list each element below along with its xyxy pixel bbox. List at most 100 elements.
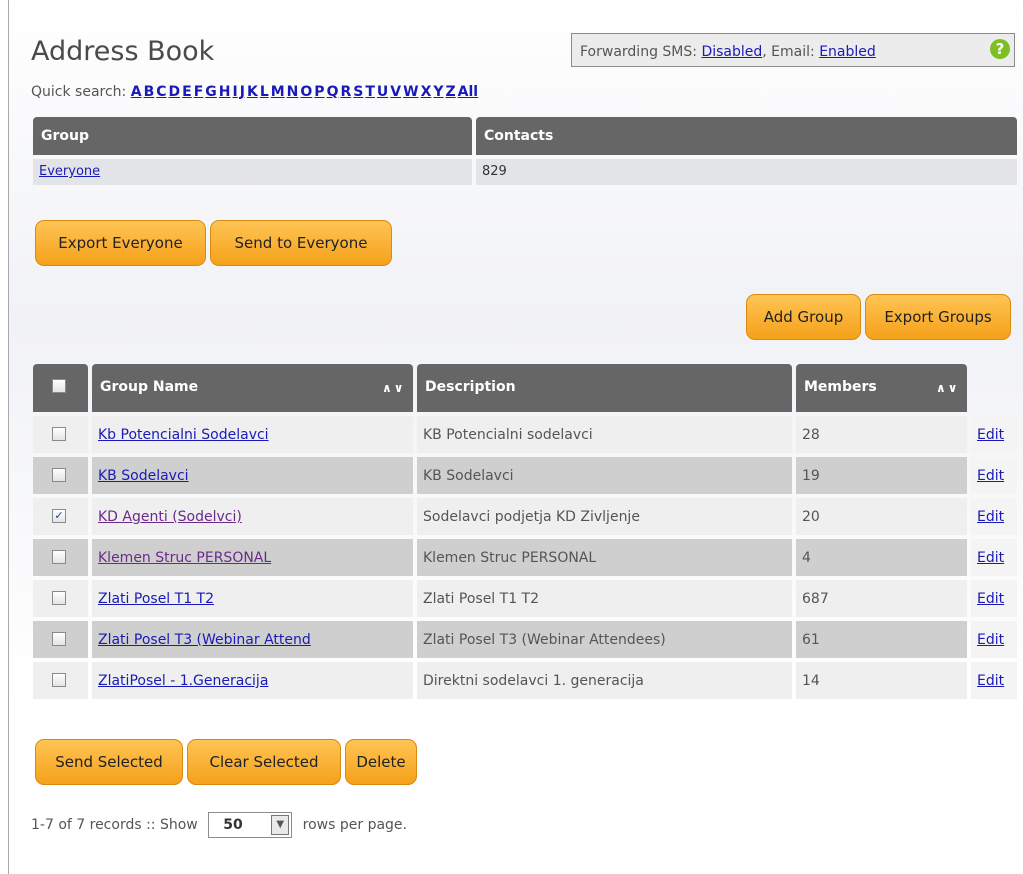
quick-search-letter[interactable]: K [247, 84, 258, 100]
row-edit-cell: Edit [971, 539, 1017, 576]
row-members-cell: 28 [796, 416, 967, 453]
send-to-everyone-button[interactable]: Send to Everyone [210, 220, 392, 266]
row-select-cell [33, 416, 88, 453]
row-edit-cell: Edit [971, 662, 1017, 699]
dropdown-arrow-icon[interactable]: ▼ [271, 815, 290, 835]
quick-search-letter[interactable]: H [219, 84, 231, 100]
row-checkbox[interactable] [52, 427, 66, 441]
edit-link[interactable]: Edit [977, 427, 1004, 443]
quick-search-letter[interactable]: B [144, 84, 155, 100]
group-name-link[interactable]: Zlati Posel T3 (Webinar Attend [98, 632, 311, 648]
edit-link[interactable]: Edit [977, 550, 1004, 566]
sort-members-icon[interactable]: ∧∨ [936, 381, 960, 395]
email-forwarding-link[interactable]: Enabled [819, 44, 876, 60]
group-name-header[interactable]: Group Name ∧∨ [92, 364, 413, 412]
quick-search-letter[interactable]: E [182, 84, 192, 100]
row-description-cell: KB Sodelavci [417, 457, 792, 494]
group-cell: Everyone [33, 159, 472, 185]
row-checkbox[interactable] [52, 632, 66, 646]
rows-per-page-select[interactable]: 50 ▼ [208, 812, 293, 838]
quick-search-letters: A B C D E F G H I J K L M N O P Q R S T U V W X Y Z All [131, 84, 480, 100]
row-checkbox[interactable] [52, 591, 66, 605]
group-name-link[interactable]: Zlati Posel T1 T2 [98, 591, 214, 607]
select-all-checkbox[interactable] [52, 379, 66, 393]
row-name-cell: Kb Potencialni Sodelavci [92, 416, 413, 453]
add-group-button[interactable]: Add Group [746, 294, 861, 340]
row-edit-cell: Edit [971, 498, 1017, 535]
row-edit-cell: Edit [971, 416, 1017, 453]
export-everyone-button[interactable]: Export Everyone [35, 220, 206, 266]
sms-forwarding-link[interactable]: Disabled [701, 44, 762, 60]
quick-search-letter[interactable]: A [131, 84, 142, 100]
quick-search-letter[interactable]: R [340, 84, 351, 100]
quick-search-letter[interactable]: Z [446, 84, 456, 100]
description-header: Description [417, 364, 792, 412]
edit-link[interactable]: Edit [977, 673, 1004, 689]
row-name-cell: Zlati Posel T3 (Webinar Attend [92, 621, 413, 658]
quick-search-letter[interactable]: I [233, 84, 238, 100]
group-name-link[interactable]: KD Agenti (Sodelvci) [98, 509, 242, 525]
edit-link[interactable]: Edit [977, 509, 1004, 525]
row-members-cell: 687 [796, 580, 967, 617]
row-members-cell: 14 [796, 662, 967, 699]
quick-search-letter[interactable]: T [365, 84, 375, 100]
row-description-cell: Direktni sodelavci 1. generacija [417, 662, 792, 699]
quick-search-letter[interactable]: W [403, 84, 418, 100]
row-description-cell: Klemen Struc PERSONAL [417, 539, 792, 576]
group-name-link[interactable]: Klemen Struc PERSONAL [98, 550, 271, 566]
quick-search-letter[interactable]: S [353, 84, 363, 100]
row-edit-cell: Edit [971, 457, 1017, 494]
edit-link[interactable]: Edit [977, 591, 1004, 607]
edit-link[interactable]: Edit [977, 632, 1004, 648]
pagination: 1-7 of 7 records :: Show 50 ▼ rows per p… [31, 812, 407, 838]
quick-search-letter[interactable]: G [205, 84, 217, 100]
quick-search-letter[interactable]: All [458, 84, 478, 100]
group-name-link[interactable]: ZlatiPosel - 1.Generacija [98, 673, 268, 689]
row-edit-cell: Edit [971, 621, 1017, 658]
quick-search-letter[interactable]: M [271, 84, 285, 100]
help-icon[interactable]: ? [990, 39, 1010, 59]
quick-search-letter[interactable]: U [377, 84, 388, 100]
row-members-cell: 4 [796, 539, 967, 576]
row-members-cell: 19 [796, 457, 967, 494]
row-checkbox[interactable] [52, 673, 66, 687]
quick-search-letter[interactable]: O [300, 84, 312, 100]
quick-search-letter[interactable]: V [390, 84, 401, 100]
quick-search: Quick search: ABCDEFGHIJKLMNOPQRSTUVWXYZ… [31, 84, 480, 100]
group-everyone-link[interactable]: Everyone [39, 164, 100, 179]
quick-search-letter[interactable]: C [156, 84, 166, 100]
group-name-link[interactable]: Kb Potencialni Sodelavci [98, 427, 269, 443]
delete-button[interactable]: Delete [345, 739, 417, 785]
members-header[interactable]: Members ∧∨ [796, 364, 967, 412]
send-selected-button[interactable]: Send Selected [35, 739, 183, 785]
quick-search-letter[interactable]: F [194, 84, 204, 100]
quick-search-letter[interactable]: Q [327, 84, 339, 100]
row-edit-cell: Edit [971, 580, 1017, 617]
row-members-cell: 20 [796, 498, 967, 535]
email-label: , Email: [762, 44, 815, 60]
edit-link[interactable]: Edit [977, 468, 1004, 484]
records-count: 1-7 of 7 records :: Show [31, 817, 198, 833]
group-name-link[interactable]: KB Sodelavci [98, 468, 189, 484]
group-header: Group [33, 117, 472, 155]
row-name-cell: ZlatiPosel - 1.Generacija [92, 662, 413, 699]
row-checkbox[interactable]: ✓ [52, 509, 66, 523]
members-header-label: Members [804, 379, 877, 395]
row-select-cell [33, 662, 88, 699]
row-name-cell: Klemen Struc PERSONAL [92, 539, 413, 576]
quick-search-letter[interactable]: L [260, 84, 269, 100]
quick-search-letter[interactable]: Y [433, 84, 443, 100]
quick-search-letter[interactable]: J [240, 84, 245, 100]
row-select-cell: ✓ [33, 498, 88, 535]
quick-search-letter[interactable]: N [287, 84, 299, 100]
export-groups-button[interactable]: Export Groups [865, 294, 1011, 340]
clear-selected-button[interactable]: Clear Selected [187, 739, 341, 785]
page-title: Address Book [31, 36, 215, 67]
quick-search-letter[interactable]: P [314, 84, 324, 100]
row-name-cell: KD Agenti (Sodelvci) [92, 498, 413, 535]
sort-group-name-icon[interactable]: ∧∨ [382, 381, 406, 395]
row-checkbox[interactable] [52, 550, 66, 564]
quick-search-letter[interactable]: X [421, 84, 432, 100]
quick-search-letter[interactable]: D [169, 84, 181, 100]
row-checkbox[interactable] [52, 468, 66, 482]
